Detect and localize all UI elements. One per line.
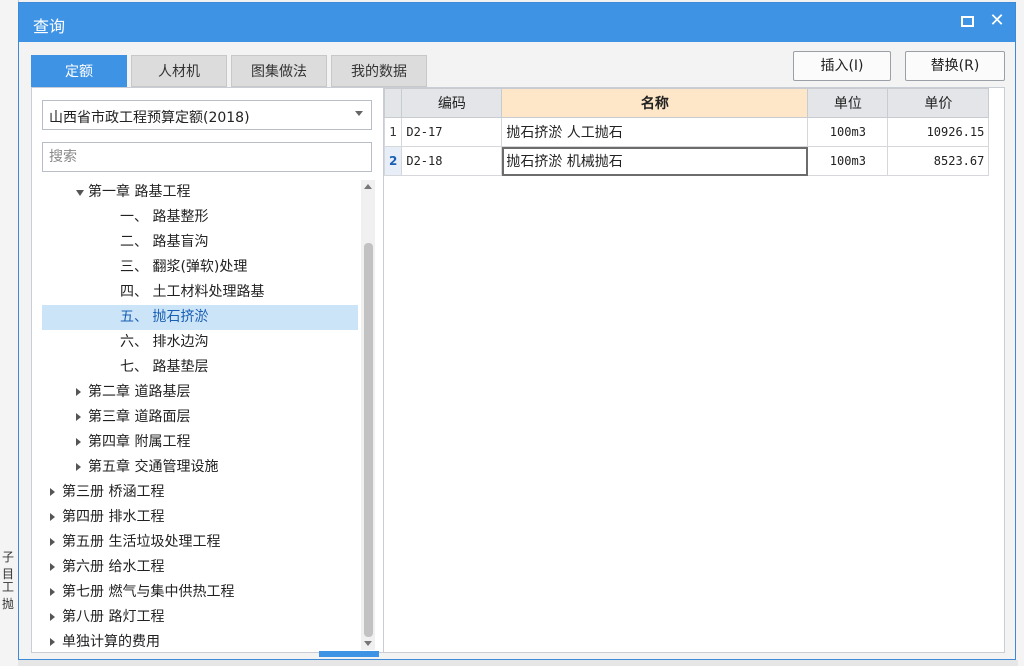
tree-scrollbar[interactable] [361,180,375,650]
cell-name[interactable]: 抛石挤淤 人工抛石 [501,117,809,147]
expand-arrow-icon[interactable] [76,190,84,196]
cell-code[interactable]: D2-18 [401,146,503,176]
collapse-arrow-icon[interactable] [50,488,55,496]
dialog-title: 查询 [33,17,66,36]
tab-my-data[interactable]: 我的数据 [331,55,427,87]
tree-node-label: 三、 翻浆(弹软)处理 [120,259,248,275]
tree-node-label: 四、 土工材料处理路基 [120,284,265,300]
tree-node[interactable]: 第二章 道路基层 [42,380,358,405]
cell-price[interactable]: 10926.15 [887,117,990,147]
collapse-arrow-icon[interactable] [76,413,81,421]
tree-node[interactable]: 第四册 排水工程 [42,505,358,530]
cell-unit[interactable]: 100m3 [807,146,889,176]
dialog-titlebar[interactable]: 查询 ✕ [19,3,1015,42]
tree-node-label: 第七册 燃气与集中供热工程 [62,584,235,600]
quota-list-panel: 编码 名称 单位 单价 1 D2-17 抛石挤淤 人工抛石 100m3 1092… [383,87,1005,653]
tree-node-label: 第八册 路灯工程 [62,609,165,625]
chapter-tree: 第一章 路基工程一、 路基整形 二、 路基盲沟三、 翻浆(弹软)处理四、 土工材料… [42,180,360,650]
row-number-header [383,88,403,118]
scroll-up-icon[interactable] [364,184,372,189]
tree-node-label: 五、 抛石挤淤 [120,309,209,325]
row-number: 2 [383,146,403,176]
collapse-arrow-icon[interactable] [76,388,81,396]
column-header-unit[interactable]: 单位 [807,88,889,118]
tab-labor-material-machine[interactable]: 人材机 [131,55,227,87]
collapse-arrow-icon[interactable] [50,563,55,571]
column-header-price[interactable]: 单价 [887,88,990,118]
table-row[interactable]: 2 D2-18 抛石挤淤 机械抛石 100m3 8523.67 [383,146,990,176]
tab-quota[interactable]: 定额 [31,55,127,87]
quota-library-dropdown[interactable]: 山西省市政工程预算定额(2018) [42,100,372,130]
background-app-bottom [18,660,1018,666]
tree-node-label: 一、 路基整形 [120,209,209,225]
collapse-arrow-icon[interactable] [76,438,81,446]
tree-node-label: 六、 排水边沟 [120,334,209,350]
tree-node[interactable]: 五、 抛石挤淤 [42,305,358,330]
insert-button[interactable]: 插入(I) [793,51,891,81]
close-icon[interactable]: ✕ [985,9,1009,33]
tree-node-label: 单独计算的费用 [62,634,160,650]
cell-unit[interactable]: 100m3 [807,117,889,147]
cell-code[interactable]: D2-17 [401,117,503,147]
tree-node[interactable]: 三、 翻浆(弹软)处理 [42,255,358,280]
collapse-arrow-icon[interactable] [50,613,55,621]
tree-node[interactable]: 四、 土工材料处理路基 [42,280,358,305]
tab-atlas-method[interactable]: 图集做法 [231,55,327,87]
tree-node-label: 第三章 道路面层 [88,409,191,425]
collapse-arrow-icon[interactable] [50,538,55,546]
tree-node[interactable]: 第八册 路灯工程 [42,605,358,630]
scrollbar-thumb[interactable] [364,243,373,637]
replace-button[interactable]: 替换(R) [905,51,1005,81]
tree-node-label: 第六册 给水工程 [62,559,165,575]
tree-node-label: 第四章 附属工程 [88,434,191,450]
collapse-arrow-icon[interactable] [50,638,55,646]
tree-node-label: 七、 路基垫层 [120,359,209,375]
background-app-left: 子目 工 抛 [0,0,19,666]
tree-node[interactable]: 第四章 附属工程 [42,430,358,455]
table-header-row: 编码 名称 单位 单价 [383,88,990,118]
tree-node[interactable]: 七、 路基垫层 [42,355,358,380]
horizontal-scroll-thumb[interactable] [319,651,379,657]
cell-name[interactable]: 抛石挤淤 机械抛石 [501,146,809,176]
query-dialog: 查询 ✕ 定额 人材机 图集做法 我的数据 插入(I) 替换(R) 山西省市政工… [18,2,1016,660]
chevron-down-icon[interactable] [355,111,363,116]
tree-node[interactable]: 单独计算的费用 [42,630,358,650]
maximize-icon[interactable] [955,9,979,33]
collapse-arrow-icon[interactable] [50,588,55,596]
tree-node-label: 第五册 生活垃圾处理工程 [62,534,221,550]
tree-node-label: 第三册 桥涵工程 [62,484,165,500]
tree-node[interactable]: 一、 路基整形 [42,205,358,230]
scroll-down-icon[interactable] [364,641,372,646]
tree-node[interactable]: 第七册 燃气与集中供热工程 [42,580,358,605]
tree-node-label: 第二章 道路基层 [88,384,191,400]
tree-node[interactable]: 六、 排水边沟 [42,330,358,355]
background-fragment: 子目 [2,550,15,581]
column-header-code[interactable]: 编码 [401,88,503,118]
dropdown-value: 山西省市政工程预算定额(2018) [49,110,250,126]
tree-node-label: 二、 路基盲沟 [120,234,209,250]
tree-node[interactable]: 二、 路基盲沟 [42,230,358,255]
tree-node[interactable]: 第五章 交通管理设施 [42,455,358,480]
background-app-right [1016,0,1024,666]
search-input[interactable] [42,142,372,172]
tree-node-label: 第一章 路基工程 [88,184,191,200]
table-row[interactable]: 1 D2-17 抛石挤淤 人工抛石 100m3 10926.15 [383,117,990,147]
tree-node[interactable]: 第一章 路基工程 [42,180,358,205]
cell-price[interactable]: 8523.67 [887,146,990,176]
tree-node[interactable]: 第三章 道路面层 [42,405,358,430]
collapse-arrow-icon[interactable] [76,463,81,471]
column-header-name[interactable]: 名称 [501,88,809,118]
tree-node[interactable]: 第五册 生活垃圾处理工程 [42,530,358,555]
tree-node-label: 第四册 排水工程 [62,509,165,525]
background-fragment: 工 [2,580,15,594]
quota-table: 编码 名称 单位 单价 1 D2-17 抛石挤淤 人工抛石 100m3 1092… [383,88,990,176]
tree-node[interactable]: 第六册 给水工程 [42,555,358,580]
collapse-arrow-icon[interactable] [50,513,55,521]
tree-node-label: 第五章 交通管理设施 [88,459,219,475]
background-fragment: 抛 [2,597,15,611]
quota-tree-panel: 山西省市政工程预算定额(2018) 第一章 路基工程一、 路基整形二、 路基盲沟… [31,87,388,653]
tree-node[interactable]: 第三册 桥涵工程 [42,480,358,505]
row-number: 1 [383,117,403,147]
